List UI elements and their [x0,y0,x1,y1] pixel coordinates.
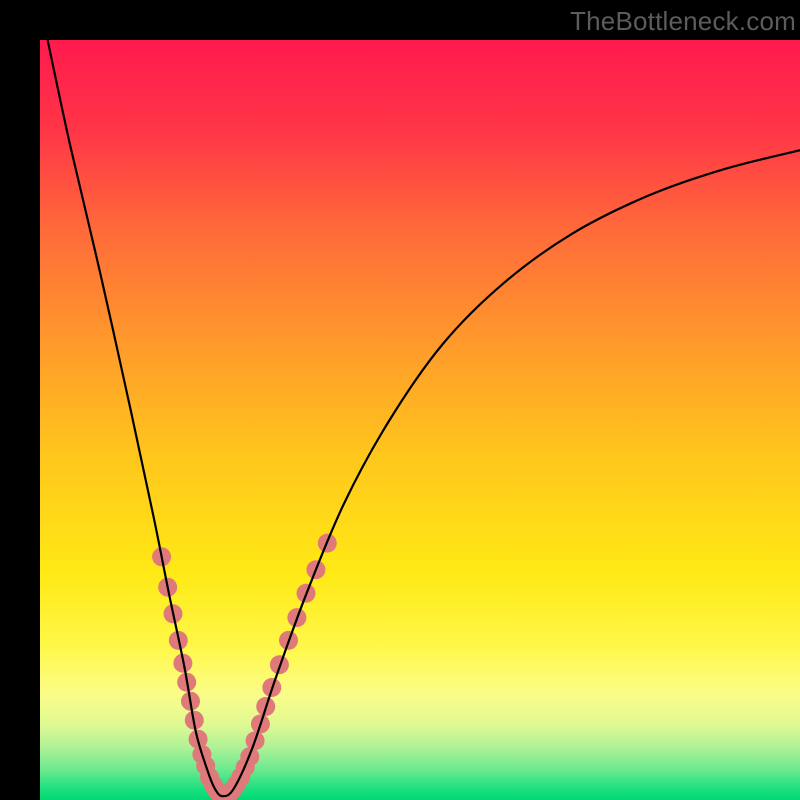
bottleneck-curve [48,40,800,796]
data-markers [152,534,337,800]
curve-layer [40,40,800,800]
plot-area [40,40,800,800]
watermark-text: TheBottleneck.com [570,6,796,37]
chart-container: TheBottleneck.com [0,0,800,800]
